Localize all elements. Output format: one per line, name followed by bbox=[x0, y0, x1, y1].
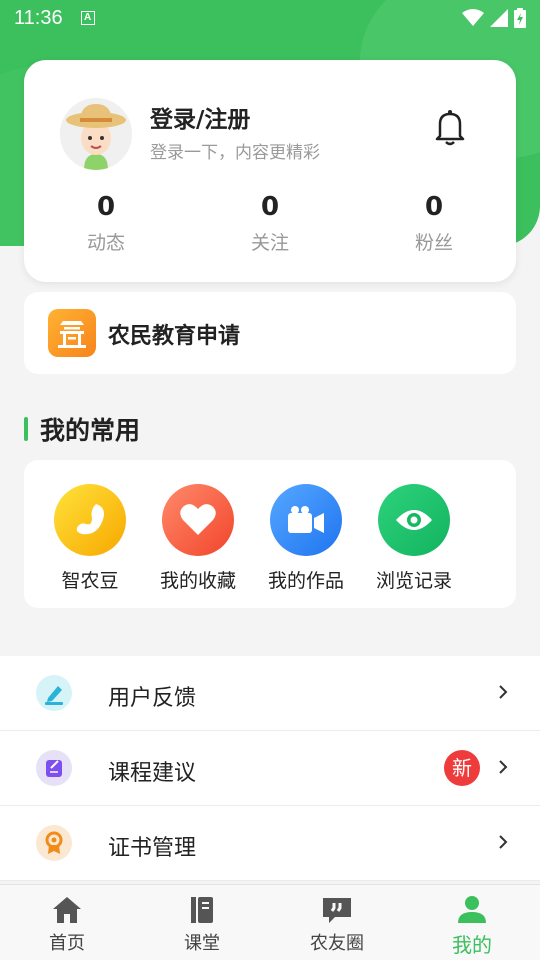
menu-item-course-suggestion[interactable]: 课程建议 新 bbox=[0, 731, 540, 806]
menu-label: 证书管理 bbox=[108, 836, 197, 861]
common-item-history[interactable]: 浏览记录 bbox=[364, 484, 464, 593]
stat-followers[interactable]: 0 粉丝 bbox=[374, 188, 494, 255]
section-header-common: 我的常用 bbox=[24, 412, 140, 446]
heart-icon bbox=[162, 484, 234, 556]
chevron-right-icon bbox=[499, 685, 508, 699]
user-icon bbox=[458, 896, 486, 923]
tab-label: 首页 bbox=[49, 933, 85, 954]
settings-menu: 用户反馈 课程建议 新 证书管理 bbox=[0, 656, 540, 881]
battery-icon bbox=[514, 8, 526, 28]
stat-following[interactable]: 0 关注 bbox=[210, 188, 330, 255]
stat-value: 0 bbox=[96, 192, 116, 222]
stat-posts[interactable]: 0 动态 bbox=[46, 188, 166, 255]
edit-note-icon bbox=[36, 750, 72, 786]
education-label: 农民教育申请 bbox=[108, 324, 241, 349]
common-item-favorites[interactable]: 我的收藏 bbox=[148, 484, 248, 593]
tab-home[interactable]: 首页 bbox=[17, 895, 117, 955]
login-subtitle: 登录一下，内容更精彩 bbox=[150, 143, 320, 163]
pen-icon bbox=[36, 675, 72, 711]
stat-label: 粉丝 bbox=[414, 232, 453, 254]
common-item-beans[interactable]: 智农豆 bbox=[40, 484, 140, 593]
wifi-icon bbox=[462, 9, 484, 26]
stat-value: 0 bbox=[260, 192, 280, 222]
bell-icon bbox=[435, 110, 465, 146]
common-item-label: 智农豆 bbox=[61, 570, 119, 592]
tab-label: 我的 bbox=[452, 933, 492, 957]
farmer-education-application[interactable]: 农民教育申请 bbox=[24, 292, 516, 374]
menu-label: 课程建议 bbox=[108, 761, 197, 786]
section-accent-bar bbox=[24, 417, 28, 441]
education-pavilion-icon bbox=[48, 309, 96, 357]
notification-bell-button[interactable] bbox=[432, 108, 468, 146]
stat-label: 动态 bbox=[86, 232, 125, 254]
stat-label: 关注 bbox=[250, 232, 289, 254]
video-camera-icon bbox=[270, 484, 342, 556]
chevron-right-icon bbox=[499, 835, 508, 849]
login-title[interactable]: 登录/注册 bbox=[150, 100, 250, 134]
common-item-label: 我的收藏 bbox=[159, 570, 236, 592]
chat-quote-icon bbox=[323, 898, 351, 923]
common-item-label: 我的作品 bbox=[267, 570, 344, 592]
tab-classroom[interactable]: 课堂 bbox=[152, 895, 252, 955]
profile-card: 登录/注册 登录一下，内容更精彩 0 动态 0 关注 0 粉丝 bbox=[24, 60, 516, 282]
avatar[interactable] bbox=[60, 98, 132, 170]
tab-label: 课堂 bbox=[184, 933, 220, 954]
new-badge: 新 bbox=[444, 750, 480, 786]
certificate-icon bbox=[36, 825, 72, 861]
menu-item-certificates[interactable]: 证书管理 bbox=[0, 806, 540, 881]
status-time: 11:36 bbox=[14, 6, 63, 29]
profile-stats: 0 动态 0 关注 0 粉丝 bbox=[24, 188, 516, 268]
bottom-tab-bar: 首页 课堂 农友圈 我的 bbox=[0, 884, 540, 960]
eye-icon bbox=[378, 484, 450, 556]
menu-label: 用户反馈 bbox=[108, 686, 197, 711]
status-bar: 11:36 A bbox=[0, 0, 540, 36]
farmer-avatar-icon bbox=[60, 98, 132, 170]
signal-icon bbox=[490, 9, 508, 27]
home-icon bbox=[53, 897, 81, 923]
tab-mine[interactable]: 我的 bbox=[422, 895, 522, 958]
menu-item-feedback[interactable]: 用户反馈 bbox=[0, 656, 540, 731]
chevron-right-icon bbox=[499, 760, 508, 774]
bean-icon bbox=[54, 484, 126, 556]
book-icon bbox=[191, 897, 213, 923]
tab-label: 农友圈 bbox=[310, 933, 364, 954]
common-item-label: 浏览记录 bbox=[375, 570, 452, 592]
stat-value: 0 bbox=[424, 192, 444, 222]
tab-community[interactable]: 农友圈 bbox=[287, 895, 387, 955]
notification-icon: A bbox=[80, 11, 95, 25]
common-item-works[interactable]: 我的作品 bbox=[256, 484, 356, 593]
section-title: 我的常用 bbox=[40, 416, 141, 445]
common-functions-card: 智农豆 我的收藏 我的作品 浏览记录 bbox=[24, 460, 516, 608]
